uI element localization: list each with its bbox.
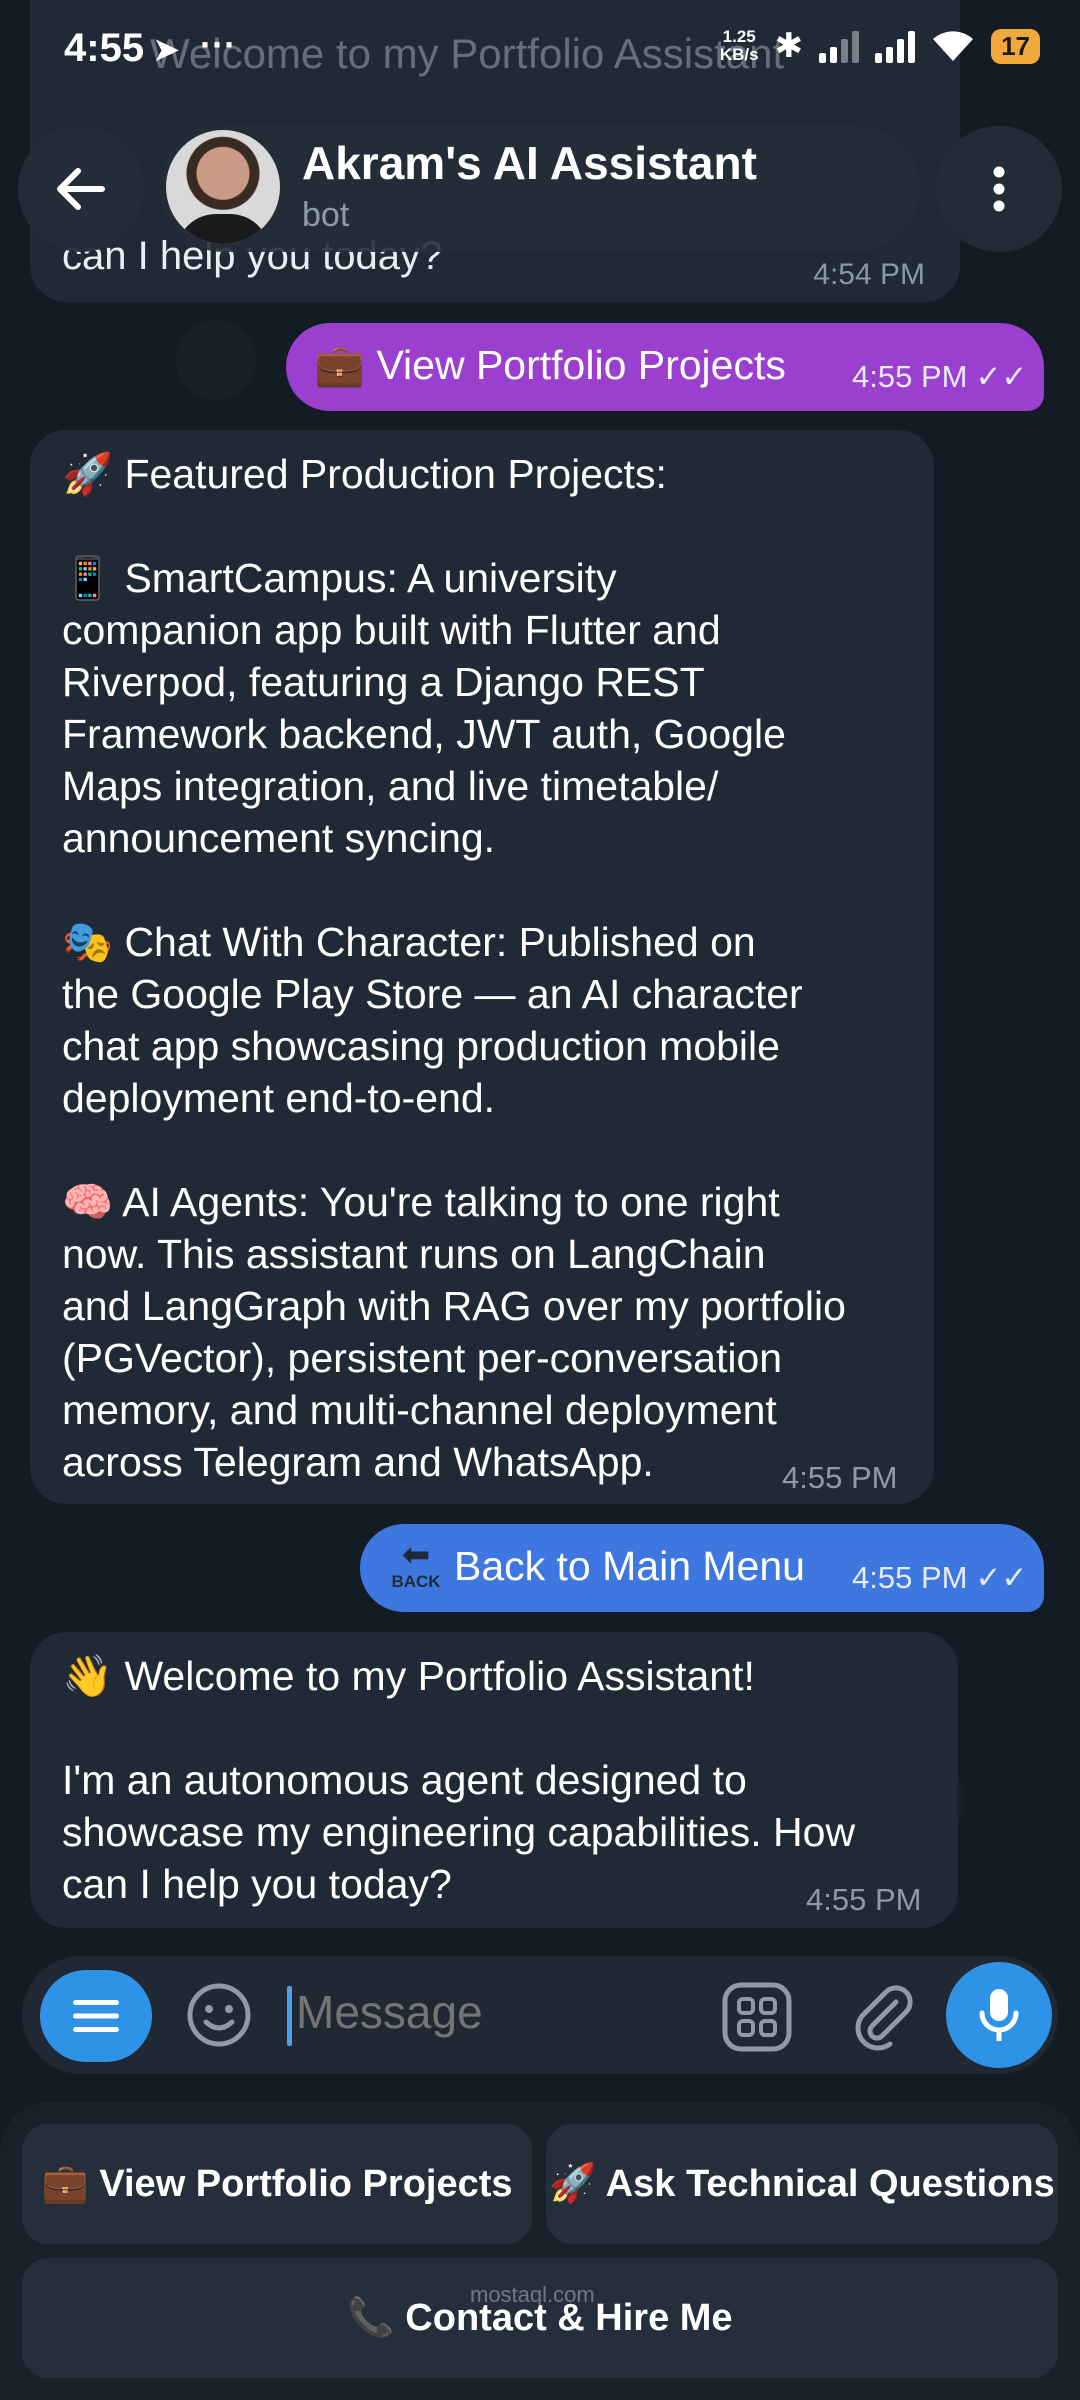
net-speed: 1.25 KB/s [720, 28, 759, 64]
bluetooth-icon: ✱ [774, 27, 804, 65]
message-text: Back to Main Menu [454, 1543, 805, 1589]
more-options-button[interactable] [936, 126, 1062, 252]
menu-icon [73, 2000, 119, 2032]
back-button[interactable] [18, 126, 144, 252]
wifi-icon [933, 31, 974, 61]
outgoing-message[interactable]: ⬅ BACK Back to Main Menu 4:55 PM ✓✓ [360, 1524, 1044, 1612]
message-input[interactable] [294, 1984, 678, 2040]
double-check-icon: ✓✓ [975, 359, 1028, 394]
arrow-left-icon [57, 168, 105, 210]
keyboard-button-ask-technical[interactable]: 🚀 Ask Technical Questions [546, 2124, 1058, 2244]
text-caret [287, 1986, 292, 2046]
signal-icon-2 [875, 29, 916, 63]
more-notifications-icon: ··· [200, 24, 236, 65]
previous-message-time: 4:54 PM [813, 258, 925, 291]
chat-title: Akram's AI Assistant [302, 137, 757, 189]
message-time: 4:55 PM ✓✓ [852, 359, 1027, 395]
attach-icon[interactable] [846, 1980, 918, 2052]
outgoing-message[interactable]: 💼 View Portfolio Projects 4:55 PM ✓✓ [286, 323, 1044, 411]
avatar[interactable] [166, 130, 280, 244]
message-text: 👋 Welcome to my Portfolio Assistant! I'm… [62, 1653, 856, 1907]
net-speed-unit: KB/s [719, 45, 759, 64]
incoming-message[interactable]: 🚀 Featured Production Projects: 📱 SmartC… [30, 430, 934, 1504]
incoming-message[interactable]: 👋 Welcome to my Portfolio Assistant! I'm… [30, 1632, 958, 1928]
back-arrow-icon: ⬅ BACK [388, 1538, 444, 1596]
keyboard-button-view-portfolio[interactable]: 💼 View Portfolio Projects [22, 2124, 532, 2244]
watermark: mostaql.com [470, 2282, 595, 2307]
back-icon-label: BACK [391, 1572, 441, 1591]
battery-indicator: 17 [991, 28, 1040, 64]
emoji-icon[interactable] [186, 1982, 252, 2048]
chat-subtitle: bot [302, 196, 350, 234]
message-time: 4:55 PM ✓✓ [852, 1560, 1027, 1596]
bot-commands-icon[interactable] [722, 1982, 792, 2052]
message-time: 4:55 PM [806, 1882, 922, 1917]
net-speed-value: 1.25 [722, 27, 756, 46]
keyboard-button-contact[interactable]: 📞 Contact & Hire Me [22, 2258, 1058, 2378]
signal-icon-1 [819, 29, 860, 63]
message-text: 💼 View Portfolio Projects [314, 342, 786, 388]
message-text: 🚀 Featured Production Projects: 📱 SmartC… [62, 451, 846, 1485]
message-time-text: 4:55 PM [852, 1560, 968, 1595]
telegram-icon: ➤ [152, 31, 181, 69]
status-bar: 4:55 ➤ ··· 1.25 KB/s ✱ 17 [0, 0, 1080, 100]
message-time-text: 4:55 PM [852, 359, 968, 394]
double-check-icon: ✓✓ [975, 1560, 1028, 1595]
status-time: 4:55 [64, 26, 145, 70]
more-vertical-icon [993, 166, 1005, 212]
microphone-icon [979, 1989, 1019, 2041]
voice-record-button[interactable] [946, 1962, 1052, 2068]
bot-menu-button[interactable] [40, 1970, 152, 2062]
message-time: 4:55 PM [782, 1460, 898, 1495]
